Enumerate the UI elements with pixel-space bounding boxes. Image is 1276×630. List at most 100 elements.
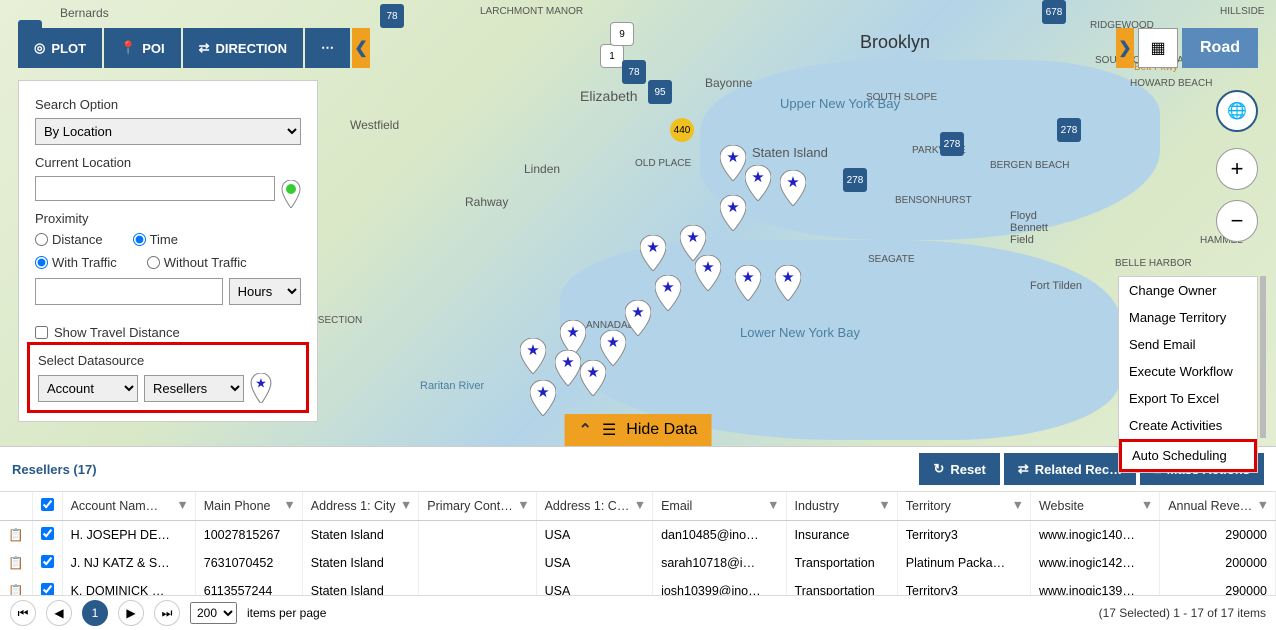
row-action-icon[interactable]: 📋 [0, 549, 32, 577]
proximity-label: Proximity [35, 211, 301, 226]
filter-icon[interactable]: ▼ [767, 498, 779, 512]
with-traffic-radio-label[interactable]: With Traffic [35, 255, 117, 270]
plot-button[interactable]: ◎PLOT [18, 28, 102, 68]
pager-page-current[interactable]: 1 [82, 600, 108, 626]
poi-button[interactable]: 📍POI [104, 28, 181, 68]
map-pin[interactable]: ★ [695, 255, 721, 291]
map-pin[interactable]: ★ [555, 350, 581, 386]
globe-button[interactable]: 🌐 [1216, 90, 1258, 132]
time-radio[interactable] [133, 233, 146, 246]
map-pin[interactable]: ★ [720, 195, 746, 231]
context-scrollbar[interactable] [1260, 276, 1266, 438]
table-row[interactable]: 📋H. JOSEPH DE…10027815267Staten IslandUS… [0, 521, 1276, 550]
search-option-select[interactable]: By Location [35, 118, 301, 145]
svg-text:★: ★ [606, 334, 619, 351]
menu-execute-workflow[interactable]: Execute Workflow [1119, 358, 1257, 385]
location-pin-icon[interactable] [281, 180, 301, 208]
without-traffic-radio-label[interactable]: Without Traffic [147, 255, 247, 270]
column-header[interactable]: Account Nam…▼ [62, 492, 195, 521]
pager-next-button[interactable]: ▶ [118, 600, 144, 626]
column-header[interactable]: Website▼ [1030, 492, 1159, 521]
route-icon: ⇄ [199, 40, 210, 56]
more-button[interactable]: ⋯ [305, 28, 350, 68]
hide-data-button[interactable]: ⌃ ☰ Hide Data [565, 414, 712, 446]
cell [419, 549, 536, 577]
menu-manage-territory[interactable]: Manage Territory [1119, 304, 1257, 331]
distance-radio-label[interactable]: Distance [35, 232, 103, 247]
table-row[interactable]: 📋K. DOMINICK …6113557244Staten IslandUSA… [0, 577, 1276, 595]
with-traffic-radio[interactable] [35, 256, 48, 269]
menu-send-email[interactable]: Send Email [1119, 331, 1257, 358]
map-pin[interactable]: ★ [580, 360, 606, 396]
menu-auto-scheduling[interactable]: Auto Scheduling [1119, 439, 1257, 472]
filter-icon[interactable]: ▼ [517, 498, 529, 512]
reset-button[interactable]: ↻Reset [919, 453, 999, 485]
column-header[interactable]: Industry▼ [786, 492, 897, 521]
without-traffic-radio[interactable] [147, 256, 160, 269]
map-layers-button[interactable]: ▦ [1138, 28, 1178, 68]
filter-icon[interactable]: ▼ [1012, 498, 1024, 512]
map-pin[interactable]: ★ [530, 380, 556, 416]
proximity-unit-select[interactable]: Hours [229, 278, 301, 305]
map-pin[interactable]: ★ [625, 300, 651, 336]
filter-icon[interactable]: ▼ [1257, 498, 1269, 512]
zoom-out-button[interactable]: − [1216, 200, 1258, 242]
row-action-icon[interactable]: 📋 [0, 577, 32, 595]
column-header[interactable]: Address 1: C…▼ [536, 492, 653, 521]
row-checkbox[interactable] [41, 583, 54, 595]
distance-radio[interactable] [35, 233, 48, 246]
column-header[interactable]: Annual Reve…▼ [1160, 492, 1276, 521]
column-header[interactable]: Main Phone▼ [195, 492, 302, 521]
map-pin[interactable]: ★ [780, 170, 806, 206]
map-pin[interactable]: ★ [640, 235, 666, 271]
menu-change-owner[interactable]: Change Owner [1119, 277, 1257, 304]
datasource-entity-select[interactable]: Account [38, 375, 138, 402]
zoom-in-button[interactable]: + [1216, 148, 1258, 190]
pager-first-button[interactable]: ⏮ [10, 600, 36, 626]
filter-icon[interactable]: ▼ [400, 498, 412, 512]
menu-create-activities[interactable]: Create Activities [1119, 412, 1257, 439]
time-radio-label[interactable]: Time [133, 232, 178, 247]
map-pin[interactable]: ★ [775, 265, 801, 301]
row-action-icon[interactable]: 📋 [0, 521, 32, 550]
pager-prev-button[interactable]: ◀ [46, 600, 72, 626]
route-shield-icon: 78 [380, 4, 404, 28]
collapse-toolbar-button[interactable]: ❮ [352, 28, 370, 68]
svg-text:★: ★ [526, 342, 539, 359]
map-pin[interactable]: ★ [745, 165, 771, 201]
table-row[interactable]: 📋J. NJ KATZ & S…7631070452Staten IslandU… [0, 549, 1276, 577]
proximity-value-input[interactable] [35, 278, 223, 305]
column-header[interactable]: Address 1: City▼ [302, 492, 419, 521]
filter-icon[interactable]: ▼ [283, 498, 295, 512]
map-type-road-button[interactable]: Road [1182, 28, 1258, 68]
menu-export-excel[interactable]: Export To Excel [1119, 385, 1257, 412]
filter-icon[interactable]: ▼ [634, 498, 646, 512]
filter-icon[interactable]: ▼ [878, 498, 890, 512]
show-travel-checkbox[interactable] [35, 326, 48, 339]
pager-last-button[interactable]: ⏭ [154, 600, 180, 626]
map-pin[interactable]: ★ [735, 265, 761, 301]
items-per-page-label: items per page [247, 606, 326, 620]
current-location-input[interactable] [35, 176, 275, 201]
row-checkbox[interactable] [41, 555, 54, 568]
route-shield-icon: 278 [843, 168, 867, 192]
column-header[interactable]: Email▼ [653, 492, 786, 521]
filter-icon[interactable]: ▼ [1141, 498, 1153, 512]
chevron-left-icon: ❮ [354, 38, 367, 58]
select-all-checkbox[interactable] [41, 498, 54, 511]
cell: 10027815267 [195, 521, 302, 550]
map-pin[interactable]: ★ [720, 145, 746, 181]
map-pin[interactable]: ★ [520, 338, 546, 374]
target-icon: ◎ [34, 40, 45, 56]
related-records-button[interactable]: ⇄Related Rec… [1004, 453, 1136, 485]
page-size-select[interactable]: 200 [190, 602, 237, 624]
datasource-view-select[interactable]: Resellers [144, 375, 244, 402]
column-header[interactable]: Territory▼ [897, 492, 1030, 521]
cell: H. JOSEPH DE… [62, 521, 195, 550]
column-header[interactable]: Primary Cont…▼ [419, 492, 536, 521]
map-pin[interactable]: ★ [655, 275, 681, 311]
direction-button[interactable]: ⇄DIRECTION [183, 28, 303, 68]
row-checkbox[interactable] [41, 527, 54, 540]
expand-map-controls-button[interactable]: ❯ [1116, 28, 1134, 68]
filter-icon[interactable]: ▼ [176, 498, 188, 512]
